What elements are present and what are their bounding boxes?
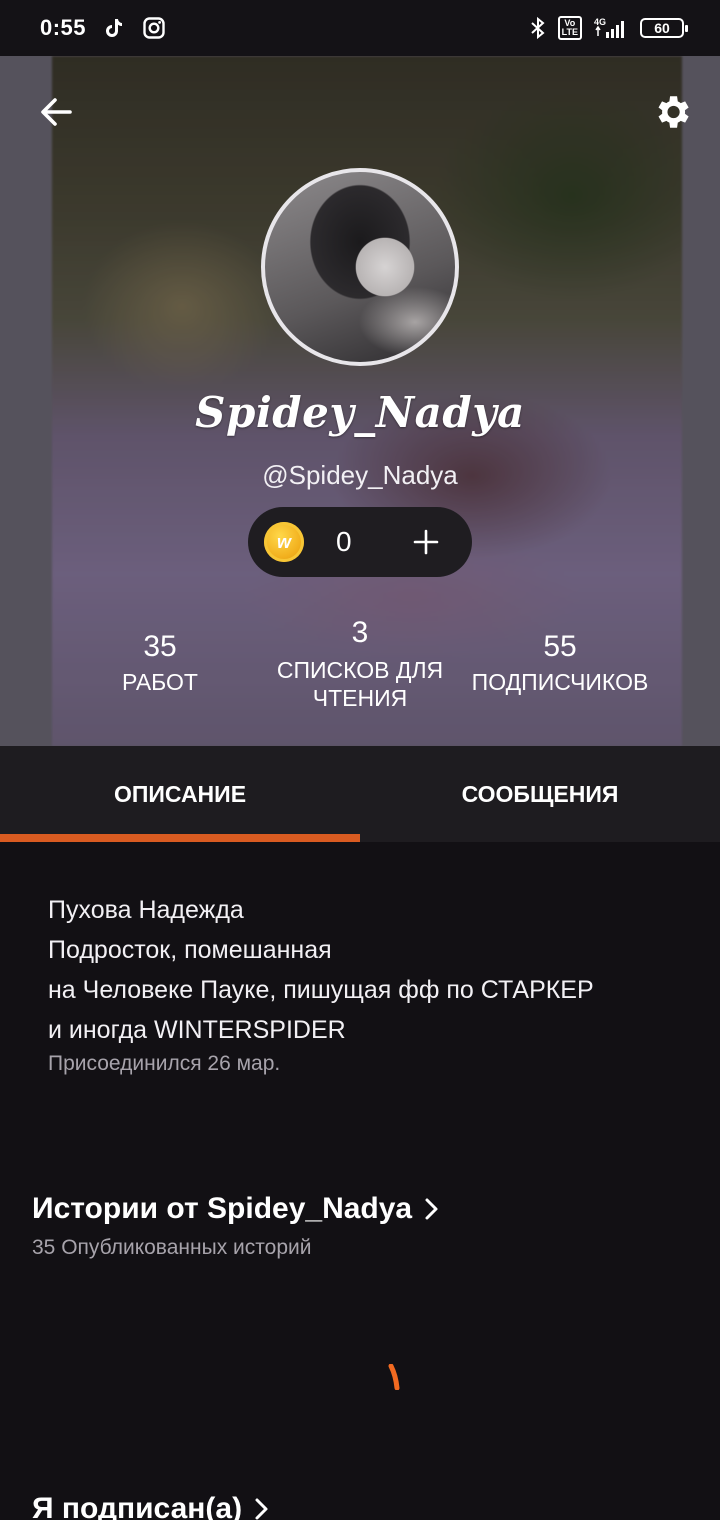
about-section: Пухова Надежда Подросток, помешанная на …: [48, 890, 688, 1076]
coin-icon: w: [264, 522, 304, 562]
coins-widget[interactable]: w 0: [248, 507, 472, 577]
following-section[interactable]: Я подписан(а): [32, 1492, 692, 1520]
stat-lists-label-line2: ЧТЕНИЯ: [312, 685, 408, 711]
username: @Spidey_Nadya: [262, 460, 458, 490]
stat-lists-value: 3: [351, 616, 369, 649]
bio-line: и иногда WINTERSPIDER: [48, 1016, 346, 1044]
battery-level: 60: [654, 20, 670, 36]
bio-line: на Человеке Пауке, пишущая фф по СТАРКЕР: [48, 976, 594, 1004]
bio-line: Подросток, помешанная: [48, 936, 332, 964]
chevron-right-icon: [424, 1196, 440, 1222]
gear-icon: [658, 96, 689, 128]
stat-lists-label-line1: СПИСКОВ ДЛЯ: [276, 657, 444, 683]
back-button[interactable]: [34, 90, 78, 134]
status-time: 0:55: [40, 15, 87, 40]
stories-section[interactable]: Истории от Spidey_Nadya 35 Опубликованны…: [32, 1192, 692, 1260]
settings-button[interactable]: [648, 88, 696, 136]
stat-reading-lists[interactable]: 3 СПИСКОВ ДЛЯ ЧТЕНИЯ: [260, 616, 460, 712]
battery-icon: 60: [640, 18, 688, 38]
stories-title: Истории от Spidey_Nadya: [32, 1192, 413, 1225]
tab-description[interactable]: ОПИСАНИЕ: [0, 746, 360, 842]
status-bar: 0:55 Vo LTE 4G 60: [0, 0, 720, 56]
avatar[interactable]: [261, 168, 459, 366]
tab-messages[interactable]: СООБЩЕНИЯ: [360, 746, 720, 842]
add-coins-button[interactable]: [406, 522, 446, 562]
stories-header[interactable]: Истории от Spidey_Nadya: [32, 1192, 692, 1226]
instagram-icon: [142, 16, 166, 40]
loading-spinner-icon: [388, 1364, 400, 1390]
chevron-right-icon: [254, 1496, 270, 1520]
tiktok-icon: [102, 16, 126, 40]
stat-followers-value: 55: [543, 630, 577, 663]
stat-works-label: РАБОТ: [122, 669, 198, 695]
joined-date: Присоединился 26 мар.: [48, 1052, 281, 1075]
signal-4g-icon: 4G: [592, 16, 630, 40]
coin-glyph: w: [276, 531, 291, 552]
volte-icon: Vo LTE: [557, 16, 582, 40]
bluetooth-icon: [528, 16, 548, 40]
stat-works-value: 35: [143, 630, 177, 663]
stories-count: 35 Опубликованных историй: [32, 1236, 312, 1259]
coins-balance: 0: [336, 526, 352, 557]
stat-works[interactable]: 35 РАБОТ: [80, 630, 240, 696]
stat-lists-label: СПИСКОВ ДЛЯ ЧТЕНИЯ: [260, 656, 460, 712]
following-title: Я подписан(а): [32, 1492, 243, 1520]
bio-line: Пухова Надежда: [48, 896, 244, 924]
profile-header: Spidey_Nadya @Spidey_Nadya w 0 35 РАБОТ …: [0, 56, 720, 746]
svg-text:4G: 4G: [594, 17, 606, 27]
display-name: Spidey_Nadya: [195, 388, 525, 437]
arrow-left-icon: [41, 98, 72, 126]
tab-bar: ОПИСАНИЕ СООБЩЕНИЯ: [0, 746, 720, 842]
following-header[interactable]: Я подписан(а): [32, 1492, 692, 1520]
plus-icon: [413, 529, 439, 555]
stat-followers[interactable]: 55 ПОДПИСЧИКОВ: [460, 630, 660, 696]
stat-followers-label: ПОДПИСЧИКОВ: [471, 669, 649, 695]
